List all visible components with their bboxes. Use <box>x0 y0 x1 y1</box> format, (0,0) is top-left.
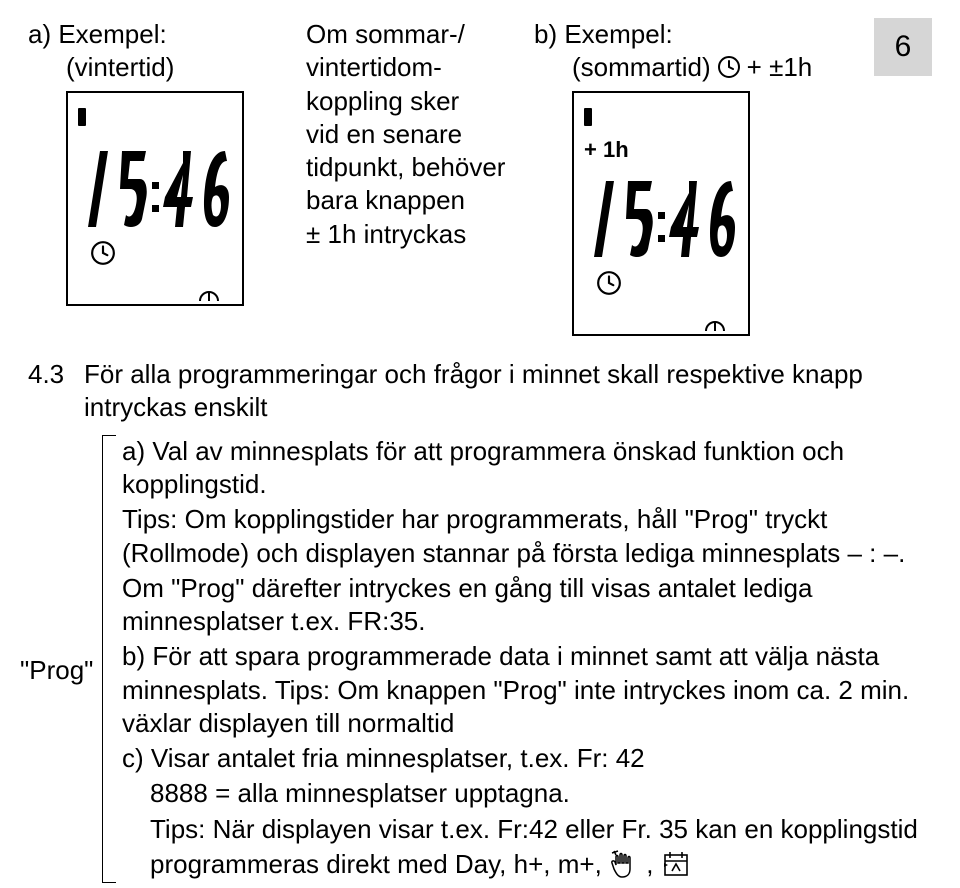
example-a-heading: a) Exempel: <box>28 18 288 51</box>
page-number: 6 <box>895 28 912 66</box>
hand-icon <box>609 849 639 879</box>
lcd-display-b: + 1h <box>572 91 750 337</box>
indicator-icon <box>584 108 592 126</box>
prog-b1: b) För att spara programmerade data i mi… <box>122 640 932 740</box>
mid-line: vid en senare <box>306 118 516 151</box>
section-number: 4.3 <box>28 358 84 425</box>
prog-text: a) Val av minnesplats för att programmer… <box>116 435 932 883</box>
example-b: b) Exempel: (sommartid) + ±1h + 1h <box>534 18 884 336</box>
lcd-time-a <box>78 148 232 230</box>
example-b-suffix: + ±1h <box>747 51 813 84</box>
mid-line: Om sommar-/ <box>306 18 516 51</box>
page-number-badge: 6 <box>874 18 932 76</box>
calendar-icon <box>661 849 691 879</box>
clock-icon <box>596 270 622 304</box>
prog-block: "Prog" a) Val av minnesplats för att pro… <box>28 435 932 883</box>
examples-row: a) Exempel: (vintertid) Om sommar-/ vi <box>28 18 932 336</box>
prog-label: "Prog" <box>20 654 97 687</box>
example-b-heading: b) Exempel: <box>534 18 884 51</box>
lcd-display-a <box>66 91 244 307</box>
clock-icon <box>717 51 741 84</box>
prog-c3a: Tips: När displayen visar t.ex. Fr:42 el… <box>122 813 932 846</box>
mid-line: tidpunkt, behöver <box>306 151 516 184</box>
lcd-time-b <box>584 178 738 260</box>
turn-knob-icon <box>704 308 726 328</box>
prog-c3b: programmeras direkt med Day, h+, m+, <box>150 849 609 879</box>
clock-icon <box>90 240 116 274</box>
example-a-sub: (vintertid) <box>28 51 288 84</box>
prog-c3c: , <box>646 849 660 879</box>
example-a: a) Exempel: (vintertid) <box>28 18 288 306</box>
indicator-icon <box>78 108 86 126</box>
example-b-sub: (sommartid) <box>534 51 711 84</box>
section-text: För alla programmeringar och frågor i mi… <box>84 358 932 425</box>
mid-line: bara knappen <box>306 184 516 217</box>
prog-c3-line: programmeras direkt med Day, h+, m+, , <box>122 848 932 881</box>
mid-line: koppling sker <box>306 85 516 118</box>
middle-text: Om sommar-/ vintertidom- koppling sker v… <box>306 18 516 251</box>
mid-line: ± 1h intryckas <box>306 218 516 251</box>
turn-knob-icon <box>198 278 220 298</box>
prog-a2: Tips: Om kopplingstider har programmerat… <box>122 503 932 570</box>
mid-line: vintertidom- <box>306 51 516 84</box>
plus-1h-indicator: + 1h <box>584 136 738 164</box>
prog-a1: a) Val av minnesplats för att programmer… <box>122 435 932 502</box>
prog-c2: 8888 = alla minnesplatser upptagna. <box>122 777 932 810</box>
bracket-icon <box>102 435 116 883</box>
section-4-3: 4.3 För alla programmeringar och frågor … <box>28 358 932 425</box>
prog-c1: c) Visar antalet fria minnesplatser, t.e… <box>122 742 932 775</box>
prog-a3: Om "Prog" därefter intryckes en gång til… <box>122 572 932 639</box>
